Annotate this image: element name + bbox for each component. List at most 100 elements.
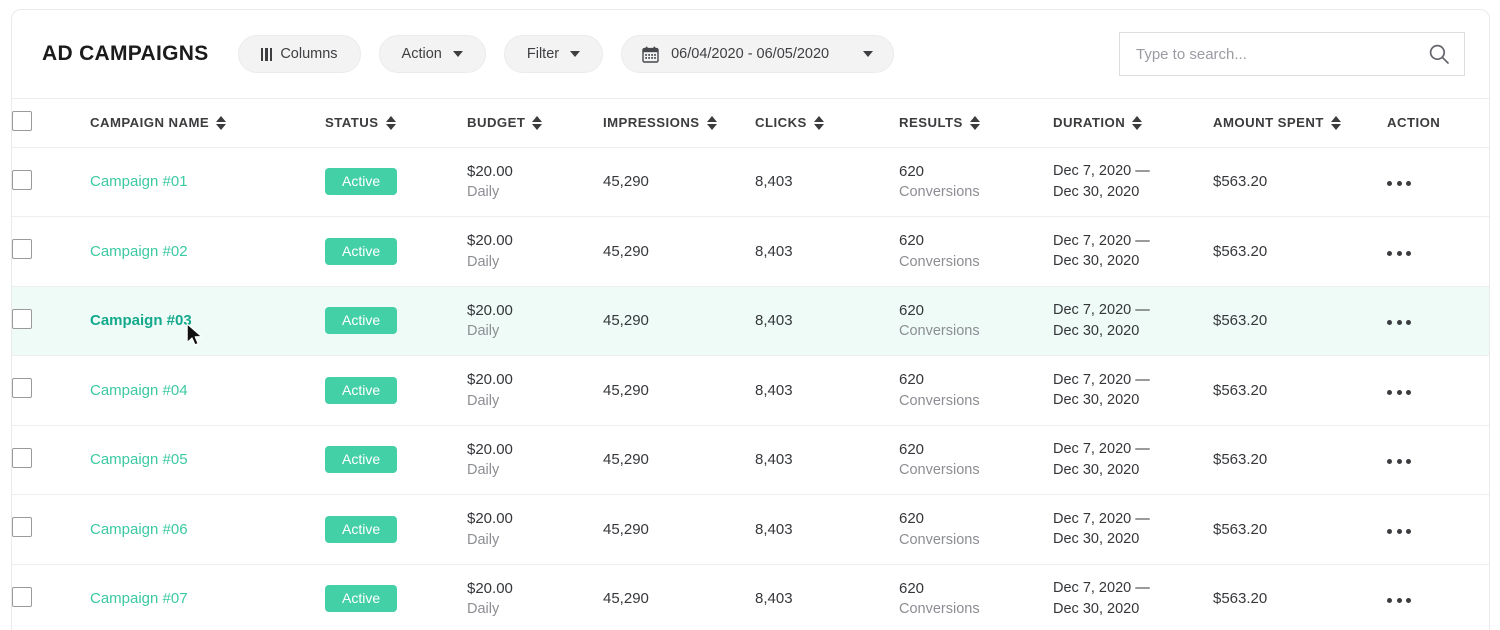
select-all-checkbox[interactable]: [12, 111, 32, 132]
results-cell: 620 Conversions: [899, 564, 1053, 630]
row-more-actions-button[interactable]: [1387, 598, 1411, 604]
results-label: Conversions: [899, 323, 980, 340]
table-row[interactable]: Campaign #05 Active $20.00 Daily 45,290 8,403…: [12, 425, 1489, 495]
impressions-cell: 45,290: [603, 355, 755, 426]
clicks-cell: 8,403: [755, 286, 899, 356]
date-range-label: 06/04/2020 - 06/05/2020: [671, 46, 830, 62]
col-budget-label: BUDGET: [467, 115, 526, 131]
row-checkbox[interactable]: [12, 308, 32, 329]
budget-cell: $20.00 Daily: [467, 147, 603, 217]
sort-icon[interactable]: [216, 115, 227, 130]
results-label: Conversions: [899, 253, 980, 270]
sort-icon[interactable]: [532, 115, 543, 130]
chevron-down-icon: [452, 51, 463, 57]
columns-button[interactable]: Columns: [237, 35, 361, 73]
filter-button[interactable]: Filter: [503, 35, 604, 73]
col-clicks[interactable]: CLICKS: [755, 99, 899, 148]
row-more-actions-button[interactable]: [1387, 459, 1411, 465]
col-amount-spent[interactable]: AMOUNT SPENT: [1213, 99, 1387, 148]
columns-icon: [260, 47, 273, 61]
row-action-cell: [1387, 564, 1489, 630]
sort-icon[interactable]: [1330, 115, 1341, 130]
col-duration-label: DURATION: [1053, 115, 1126, 131]
budget-amount: $20.00: [467, 301, 513, 319]
row-checkbox[interactable]: [12, 169, 32, 190]
budget-cell: $20.00 Daily: [467, 425, 603, 495]
row-select-cell: [12, 564, 90, 630]
page-title: AD CAMPAIGNS: [42, 42, 209, 65]
row-action-cell: [1387, 355, 1489, 426]
col-duration[interactable]: DURATION: [1053, 99, 1213, 148]
row-checkbox[interactable]: [12, 586, 32, 607]
campaign-name-link[interactable]: Campaign #02: [90, 243, 188, 260]
campaign-name-link[interactable]: Campaign #06: [90, 521, 188, 538]
table-row[interactable]: Campaign #01 Active $20.00 Daily 45,290 8,403…: [12, 147, 1489, 217]
impressions-cell: 45,290: [603, 425, 755, 495]
table-row[interactable]: Campaign #02 Active $20.00 Daily 45,290 8,403…: [12, 216, 1489, 287]
row-more-actions-button[interactable]: [1387, 320, 1411, 326]
campaign-name-cell: Campaign #07: [90, 564, 325, 630]
budget-amount: $20.00: [467, 440, 513, 458]
row-action-cell: [1387, 425, 1489, 495]
row-action-cell: [1387, 494, 1489, 565]
sort-icon[interactable]: [1132, 115, 1143, 130]
row-checkbox[interactable]: [12, 517, 32, 538]
date-range-button[interactable]: 06/04/2020 - 06/05/2020: [621, 35, 895, 73]
status-cell: Active: [325, 564, 467, 630]
search-icon[interactable]: [1428, 43, 1450, 65]
budget-amount: $20.00: [467, 162, 513, 180]
action-button[interactable]: Action: [378, 35, 486, 73]
impressions-cell: 45,290: [603, 494, 755, 565]
sort-icon[interactable]: [706, 115, 717, 130]
campaign-name-link[interactable]: Campaign #04: [90, 382, 188, 399]
col-budget[interactable]: BUDGET: [467, 99, 603, 148]
table-row[interactable]: Campaign #03 Active $20.00 Daily 45,290 8,403…: [12, 286, 1489, 356]
screen: AD CAMPAIGNS Columns Action Filter 06/04…: [0, 0, 1500, 630]
table-row[interactable]: Campaign #07 Active $20.00 Daily 45,290 8,403…: [12, 564, 1489, 630]
col-action-label: ACTION: [1387, 115, 1441, 131]
col-campaign-name[interactable]: CAMPAIGN NAME: [90, 99, 325, 148]
duration-cell: Dec 7, 2020 — Dec 30, 2020: [1053, 425, 1213, 495]
col-impressions[interactable]: IMPRESSIONS: [603, 99, 755, 148]
chevron-down-icon: [863, 51, 874, 57]
row-more-actions-button[interactable]: [1387, 181, 1411, 187]
sort-icon[interactable]: [969, 115, 980, 130]
results-value: 620: [899, 371, 925, 389]
row-checkbox[interactable]: [12, 378, 32, 399]
row-checkbox[interactable]: [12, 239, 32, 260]
row-checkbox[interactable]: [12, 447, 32, 468]
duration-start: Dec 7, 2020 —: [1053, 302, 1150, 319]
budget-amount: $20.00: [467, 232, 513, 250]
row-more-actions-button[interactable]: [1387, 389, 1411, 395]
status-cell: Active: [325, 425, 467, 495]
campaigns-table: CAMPAIGN NAME STATUS BUDGET IMPRESSIONS …: [12, 99, 1489, 630]
results-cell: 620 Conversions: [899, 216, 1053, 287]
campaign-name-cell: Campaign #05: [90, 425, 325, 495]
budget-cell: $20.00 Daily: [467, 286, 603, 356]
search-input[interactable]: [1136, 45, 1428, 63]
amount-spent-cell: $563.20: [1213, 425, 1387, 495]
duration-cell: Dec 7, 2020 — Dec 30, 2020: [1053, 286, 1213, 356]
campaign-name-link[interactable]: Campaign #07: [90, 590, 188, 607]
campaign-name-link[interactable]: Campaign #01: [90, 173, 188, 190]
col-results[interactable]: RESULTS: [899, 99, 1053, 148]
sort-icon[interactable]: [385, 115, 396, 130]
budget-cell: $20.00 Daily: [467, 216, 603, 287]
col-status[interactable]: STATUS: [325, 99, 467, 148]
row-select-cell: [12, 355, 90, 426]
row-more-actions-button[interactable]: [1387, 528, 1411, 534]
table-row[interactable]: Campaign #06 Active $20.00 Daily 45,290 8,403…: [12, 494, 1489, 565]
campaign-name-link[interactable]: Campaign #03: [90, 312, 192, 329]
sort-icon[interactable]: [813, 115, 824, 130]
duration-end: Dec 30, 2020: [1053, 253, 1140, 270]
amount-spent-cell: $563.20: [1213, 564, 1387, 630]
amount-spent-cell: $563.20: [1213, 494, 1387, 565]
clicks-cell: 8,403: [755, 355, 899, 426]
search-box[interactable]: [1119, 32, 1465, 76]
campaign-name-link[interactable]: Campaign #05: [90, 451, 188, 468]
duration-end: Dec 30, 2020: [1053, 322, 1140, 339]
duration-start: Dec 7, 2020 —: [1053, 232, 1150, 249]
row-more-actions-button[interactable]: [1387, 250, 1411, 256]
table-row[interactable]: Campaign #04 Active $20.00 Daily 45,290 8,403…: [12, 355, 1489, 426]
col-select-all: [12, 99, 90, 148]
